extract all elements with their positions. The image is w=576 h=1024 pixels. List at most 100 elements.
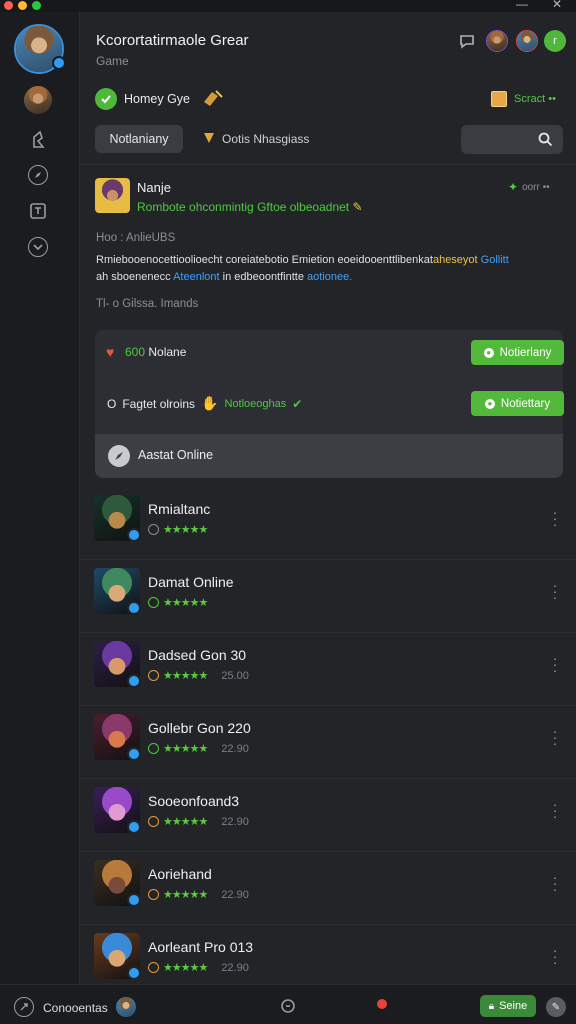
game-thumbnail[interactable] <box>94 787 140 833</box>
search-input[interactable] <box>461 125 563 154</box>
game-thumbnail[interactable] <box>94 641 140 687</box>
heart-icon: ♥ <box>106 344 115 360</box>
friend-avatar-1[interactable] <box>486 30 508 52</box>
verified-badge-icon <box>127 747 140 760</box>
game-title[interactable]: Sooeonfoand3 <box>148 793 239 809</box>
more-options-icon[interactable]: · · · <box>552 797 558 823</box>
list-item[interactable]: Gollebr Gon 220 ★★★★★ 22.90 · · · <box>80 706 576 779</box>
game-thumbnail[interactable] <box>94 933 140 979</box>
chat-icon[interactable] <box>458 32 476 50</box>
profile-avatar-small[interactable] <box>24 86 52 114</box>
game-title[interactable]: Rmialtanc <box>148 501 210 517</box>
rating-stars: ★★★★★ <box>163 962 208 974</box>
bottom-avatar[interactable] <box>116 997 136 1017</box>
rating-icon <box>148 889 159 900</box>
post-meta: ✦ oorr •• <box>508 180 550 194</box>
notification-badge[interactable]: r <box>544 30 566 52</box>
post-subtitle: Rombote ohconmintig Gftoe olbeoadnet ✎ <box>137 200 363 214</box>
bell-icon: ● <box>484 398 495 409</box>
page-title: Kcorortatirmaole Grear <box>96 32 249 49</box>
assist-online-row[interactable]: Aastat Online <box>95 434 563 478</box>
badge-icon <box>202 131 216 145</box>
post-author[interactable]: Nanje <box>137 180 171 195</box>
bell-icon: ● <box>483 347 494 358</box>
game-rating: ★★★★★ 22.90 <box>148 961 249 974</box>
rating-stars: ★★★★★ <box>163 816 208 828</box>
verified-badge-icon <box>127 601 140 614</box>
rating-icon <box>148 743 159 754</box>
close-icon[interactable]: ✕ <box>552 0 562 11</box>
user-icon[interactable] <box>27 128 49 150</box>
discover-icon[interactable] <box>27 164 49 186</box>
status-label: Homey Gye <box>124 92 190 106</box>
game-thumbnail[interactable] <box>94 568 140 614</box>
trophy-icon <box>200 88 224 108</box>
list-item[interactable]: Rmialtanc ★★★★★ · · · <box>80 487 576 560</box>
compass-icon <box>108 445 130 467</box>
list-item[interactable]: Aoriehand ★★★★★ 22.90 · · · <box>80 852 576 925</box>
section-title: Hoo : AnlieUBS <box>96 232 176 244</box>
search-icon[interactable] <box>280 998 296 1019</box>
notification-panel: ♥ 600 Nolane ● Notierlany O Fagtet olroins… <box>95 330 564 478</box>
list-item[interactable]: Damat Online ★★★★★ · · · <box>80 560 576 633</box>
window-titlebar: — ✕ <box>0 0 576 12</box>
notify-button-2[interactable]: ● Notiettary <box>471 391 564 416</box>
game-thumbnail[interactable] <box>94 495 140 541</box>
friend-avatar-2[interactable] <box>516 30 538 52</box>
game-title[interactable]: Damat Online <box>148 574 234 590</box>
online-status-icon <box>95 88 117 110</box>
divider <box>80 164 576 165</box>
more-options-icon[interactable]: · · · <box>552 578 558 604</box>
panel-row1: 600 Nolane <box>125 345 187 359</box>
close-window-dot[interactable] <box>4 1 13 10</box>
game-title[interactable]: Aoriehand <box>148 866 212 882</box>
more-options-icon[interactable]: · · · <box>552 651 558 677</box>
chevron-down-icon[interactable] <box>27 236 49 258</box>
more-options-icon[interactable]: · · · <box>552 505 558 531</box>
more-options-icon[interactable]: · · · <box>552 724 558 750</box>
seine-button[interactable]: 🔒︎ Seine <box>480 995 536 1017</box>
library-icon[interactable] <box>27 200 49 222</box>
tab-secondary[interactable]: Ootis Nhasgiass <box>222 132 309 146</box>
rating-icon <box>148 962 159 973</box>
main-panel: Kcorortatirmaole Grear Game r Homey Gye … <box>80 12 576 998</box>
game-rating: ★★★★★ 22.90 <box>148 815 249 828</box>
post-body: Rmiebooenocettioolioecht coreiatebotio E… <box>96 254 509 283</box>
rating-icon <box>148 524 159 535</box>
game-score: 22.90 <box>221 961 249 974</box>
game-title[interactable]: Aorleant Pro 013 <box>148 939 253 955</box>
game-thumbnail[interactable] <box>94 860 140 906</box>
rating-icon <box>148 670 159 681</box>
post-footnote: Tl- o Gilssa. Imands <box>96 298 199 310</box>
verified-badge-icon <box>127 966 140 979</box>
maximize-window-dot[interactable] <box>32 1 41 10</box>
game-score: 22.90 <box>221 888 249 901</box>
game-score: 25.00 <box>221 669 249 682</box>
rating-stars: ★★★★★ <box>163 597 208 609</box>
post-author-avatar[interactable] <box>95 178 130 213</box>
game-rating: ★★★★★ 25.00 <box>148 669 249 682</box>
minimize-icon[interactable]: — <box>516 0 528 11</box>
share-icon[interactable] <box>14 997 34 1017</box>
search-icon[interactable] <box>538 132 553 152</box>
list-item[interactable]: Sooeonfoand3 ★★★★★ 22.90 · · · <box>80 779 576 852</box>
minimize-window-dot[interactable] <box>18 1 27 10</box>
game-rating: ★★★★★ 22.90 <box>148 888 249 901</box>
game-thumbnail[interactable] <box>94 714 140 760</box>
more-options-icon[interactable]: · · · <box>552 943 558 969</box>
game-score: 22.90 <box>221 815 249 828</box>
connect-link[interactable]: Scract •• <box>514 93 556 105</box>
leaf-icon: ✦ <box>508 180 519 194</box>
settings-icon[interactable]: ✎ <box>546 997 566 1017</box>
game-title[interactable]: Gollebr Gon 220 <box>148 720 251 736</box>
more-options-icon[interactable]: · · · <box>552 870 558 896</box>
tab-primary[interactable]: Notlaniany <box>95 125 183 153</box>
notify-button-1[interactable]: ● Notierlany <box>471 340 564 365</box>
game-title[interactable]: Dadsed Gon 30 <box>148 647 246 663</box>
list-item[interactable]: Dadsed Gon 30 ★★★★★ 25.00 · · · <box>80 633 576 706</box>
alert-dot-icon[interactable] <box>377 999 387 1009</box>
rating-stars: ★★★★★ <box>163 743 208 755</box>
verified-badge-icon <box>127 820 140 833</box>
rating-stars: ★★★★★ <box>163 524 208 536</box>
bottom-bar: Conooentas 🔒︎ Seine ✎ <box>0 984 576 1024</box>
